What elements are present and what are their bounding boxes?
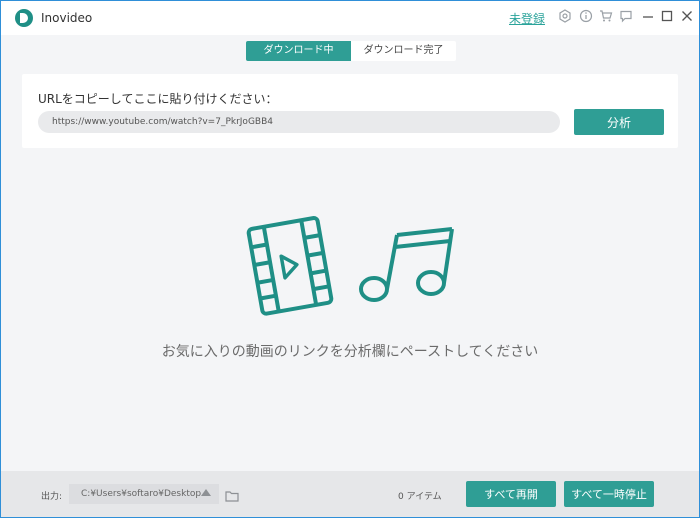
minimize-icon[interactable] <box>640 9 656 25</box>
app-logo-icon <box>15 9 33 27</box>
tab-downloaded[interactable]: ダウンロード完了 <box>351 41 456 61</box>
output-path-field[interactable] <box>69 484 219 504</box>
cart-icon[interactable] <box>598 9 614 25</box>
folder-icon[interactable] <box>225 487 239 506</box>
chat-icon[interactable] <box>618 9 634 25</box>
output-label: 出力: <box>41 492 63 502</box>
url-input[interactable] <box>38 111 560 133</box>
url-label: URLをコピーしてここに貼り付けください： <box>38 92 278 106</box>
register-link[interactable]: 未登録 <box>509 10 545 27</box>
analyze-button[interactable]: 分析 <box>574 109 664 135</box>
app-title: Inovideo <box>41 11 93 25</box>
bottom-bar: 出力: 0 アイテム すべて再開 すべて一時停止 <box>1 471 699 517</box>
settings-icon[interactable] <box>557 9 573 25</box>
title-bar: Inovideo 未登録 <box>1 1 699 35</box>
resume-all-button[interactable]: すべて再開 <box>466 481 556 507</box>
video-music-illustration-icon <box>246 216 454 316</box>
download-tabs: ダウンロード中 ダウンロード完了 <box>246 41 456 61</box>
close-icon[interactable] <box>679 9 695 25</box>
url-panel: URLをコピーしてここに貼り付けください： 分析 <box>22 74 678 148</box>
app-window: Inovideo 未登録 ダウンロード中 ダウンロード完了 URLをコピーしてこ… <box>0 0 700 518</box>
info-icon[interactable] <box>578 9 594 25</box>
pause-all-button[interactable]: すべて一時停止 <box>564 481 654 507</box>
item-count: 0 アイテム <box>398 492 442 502</box>
tab-downloading[interactable]: ダウンロード中 <box>246 41 351 61</box>
path-dropdown-arrow-icon[interactable] <box>201 489 211 496</box>
maximize-icon[interactable] <box>659 9 675 25</box>
empty-state-hint: お気に入りの動画のリンクを分析欄にペーストしてください <box>161 344 539 360</box>
